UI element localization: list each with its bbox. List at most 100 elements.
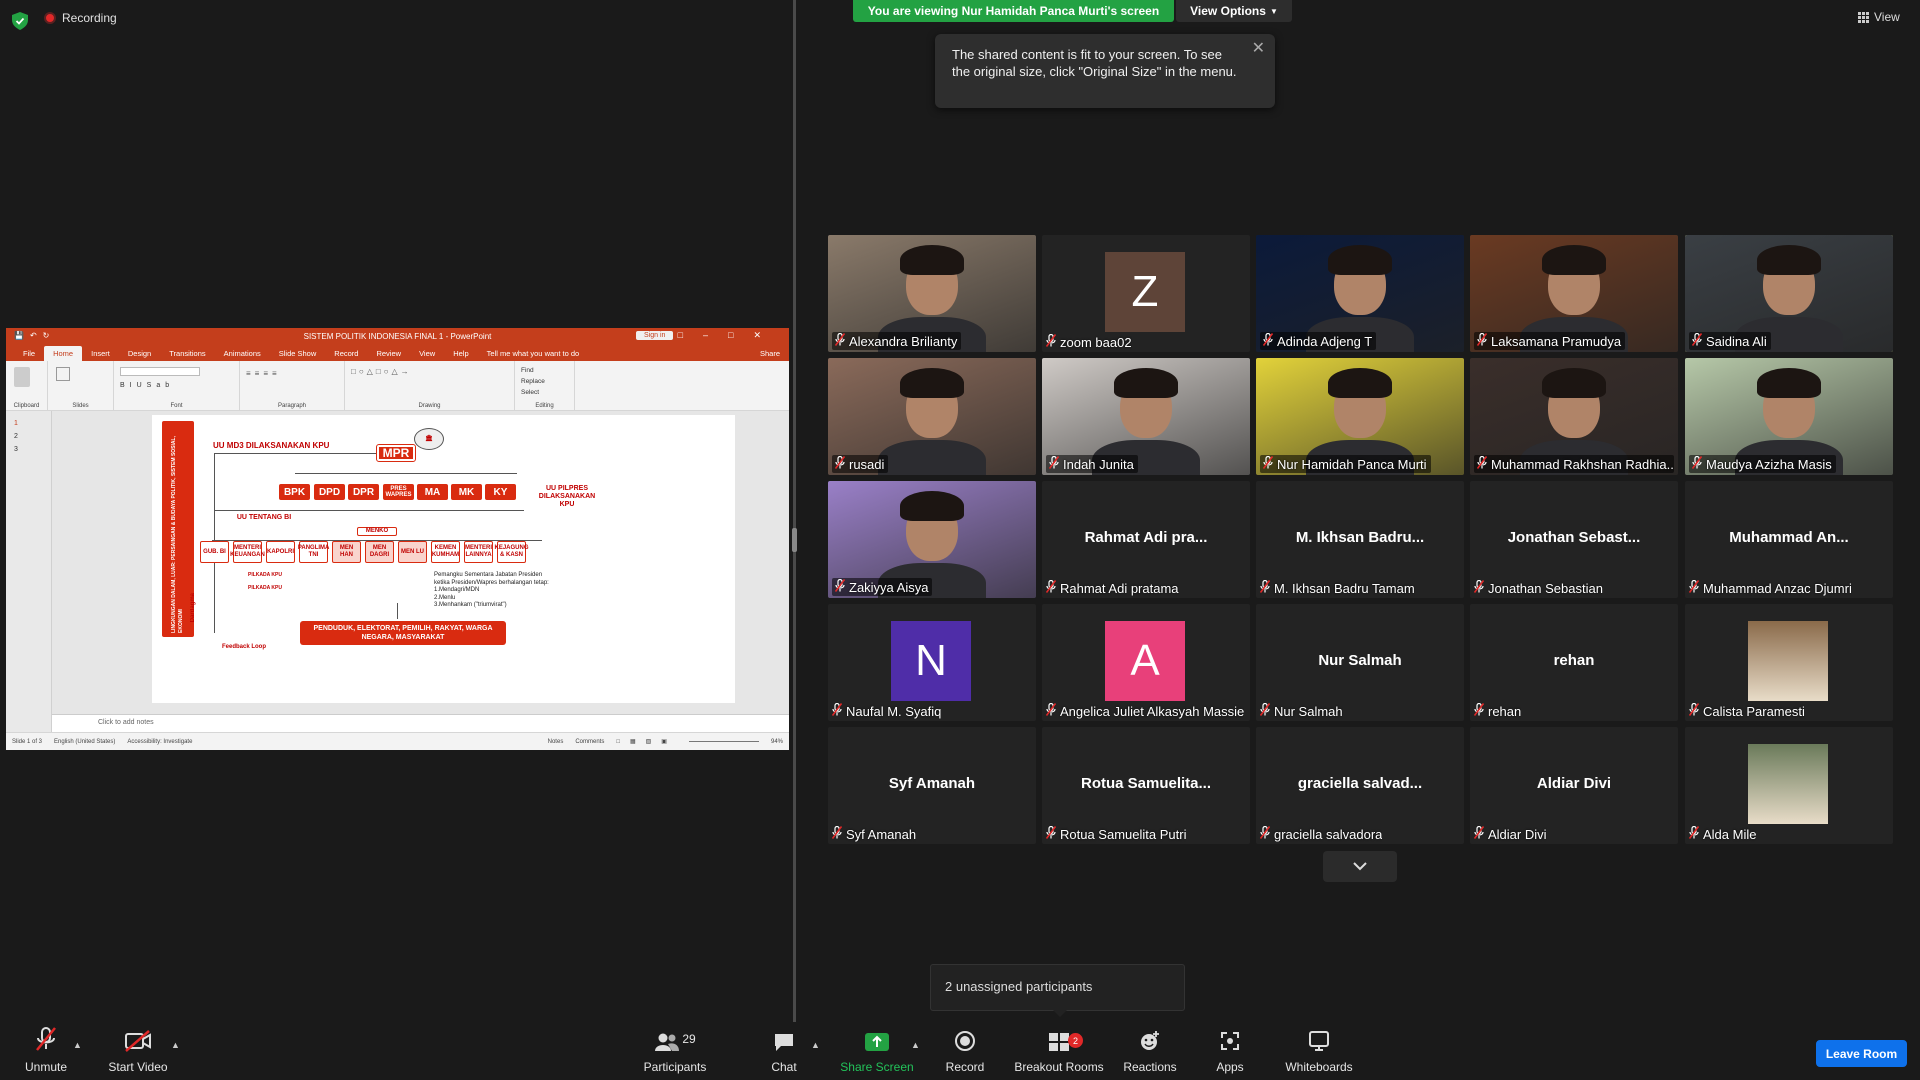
participant-tile[interactable]: rehan rehan: [1470, 604, 1678, 721]
view-buttons-icon[interactable]: □▦▧▣: [616, 738, 677, 745]
participant-tile[interactable]: Muhammad Rakhshan Radhia...: [1470, 358, 1678, 475]
minister-box: MENTERI KEUANGAN: [230, 541, 265, 563]
ppt-tab-insert[interactable]: Insert: [82, 346, 119, 361]
pemangku-item: 1.Mendagri/MDN: [434, 587, 480, 593]
participant-tile[interactable]: Indah Junita: [1042, 358, 1250, 475]
record-button[interactable]: Record: [940, 1022, 990, 1080]
menko-box: MENKO: [357, 527, 397, 536]
participant-tile[interactable]: Calista Paramesti: [1685, 604, 1893, 721]
participant-tile[interactable]: Zakiyya Aisya: [828, 481, 1036, 598]
participant-tile[interactable]: Rotua Samuelita... Rotua Samuelita Putri: [1042, 727, 1250, 844]
clipboard-group[interactable]: Clipboard: [6, 361, 48, 410]
zoom-level[interactable]: 94%: [771, 739, 783, 745]
ppt-tab-slide-show[interactable]: Slide Show: [270, 346, 326, 361]
slide-thumb-1[interactable]: 1: [6, 417, 51, 430]
editing-group[interactable]: Find Replace Select Editing: [515, 361, 575, 410]
participant-name-text: Alexandra Brilianty: [849, 333, 958, 349]
shared-screen[interactable]: 💾↶↻ SISTEM POLITIK INDONESIA FINAL 1 - P…: [6, 328, 789, 750]
participant-tile[interactable]: Syf Amanah Syf Amanah: [828, 727, 1036, 844]
paragraph-icons[interactable]: ≡≡≡≡: [246, 369, 338, 378]
apps-button[interactable]: Apps: [1206, 1022, 1254, 1080]
paragraph-group[interactable]: ≡≡≡≡ Paragraph: [240, 361, 345, 410]
ppt-tab-help[interactable]: Help: [444, 346, 477, 361]
zoom-slider[interactable]: [688, 741, 759, 742]
select-button[interactable]: Select: [521, 387, 568, 398]
participant-tile[interactable]: A Angelica Juliet Alkasyah Massie: [1042, 604, 1250, 721]
notes-pane[interactable]: Click to add notes: [52, 714, 789, 732]
new-slide-icon[interactable]: [56, 367, 70, 381]
unmute-button[interactable]: Unmute: [22, 1022, 70, 1080]
participant-tile[interactable]: Zzoom baa02: [1042, 235, 1250, 352]
ppt-tab-animations[interactable]: Animations: [215, 346, 270, 361]
next-page-button[interactable]: [1323, 851, 1397, 882]
shapes-gallery[interactable]: □○△□○△→: [351, 367, 508, 376]
leave-room-button[interactable]: Leave Room: [1816, 1040, 1907, 1067]
share-options-caret[interactable]: ▲: [911, 1040, 920, 1050]
participant-tile[interactable]: M. Ikhsan Badru... M. Ikhsan Badru Tamam: [1256, 481, 1464, 598]
participant-tile[interactable]: Laksamana Pramudya: [1470, 235, 1678, 352]
slide[interactable]: LINGKUNGAN DALAM, LUAR: PERSAINGAN & BUD…: [152, 415, 735, 703]
notes-toggle[interactable]: Notes: [548, 739, 564, 745]
start-video-button[interactable]: Start Video: [106, 1022, 170, 1080]
ppt-tab-design[interactable]: Design: [119, 346, 160, 361]
security-shield-icon[interactable]: [12, 12, 28, 30]
ppt-tab-tell-me-what-you-want-to-do[interactable]: Tell me what you want to do: [478, 346, 589, 361]
ppt-tab-record[interactable]: Record: [325, 346, 367, 361]
quick-access-icons[interactable]: 💾↶↻: [14, 331, 55, 340]
gallery-view-button[interactable]: View: [1858, 10, 1900, 24]
participant-tile[interactable]: Alda Mile: [1685, 727, 1893, 844]
chat-options-caret[interactable]: ▲: [811, 1040, 820, 1050]
reactions-button[interactable]: Reactions: [1121, 1022, 1179, 1080]
font-group[interactable]: BIUSab Font: [114, 361, 240, 410]
participant-tile[interactable]: Maudya Azizha Masis: [1685, 358, 1893, 475]
replace-button[interactable]: Replace: [521, 376, 568, 387]
participant-tile[interactable]: Jonathan Sebast... Jonathan Sebastian: [1470, 481, 1678, 598]
comments-toggle[interactable]: Comments: [575, 739, 604, 745]
ppt-tab-file[interactable]: File: [14, 346, 44, 361]
divider-handle[interactable]: [792, 528, 797, 552]
whiteboards-button[interactable]: Whiteboards: [1280, 1022, 1358, 1080]
window-controls[interactable]: □–□✕: [678, 330, 781, 341]
accessibility-status[interactable]: Accessibility: Investigate: [127, 739, 192, 745]
paste-icon[interactable]: [14, 367, 30, 387]
font-format-icons[interactable]: BIUSab: [120, 382, 233, 389]
breakout-rooms-button[interactable]: Breakout Rooms: [1012, 1022, 1106, 1080]
audio-options-caret[interactable]: ▲: [73, 1040, 82, 1050]
slide-thumb-2[interactable]: 2: [6, 430, 51, 443]
language-status[interactable]: English (United States): [54, 739, 115, 745]
ppt-tab-review[interactable]: Review: [367, 346, 410, 361]
participant-tile[interactable]: N Naufal M. Syafiq: [828, 604, 1036, 721]
ppt-share-button[interactable]: Share: [751, 346, 789, 361]
chat-button[interactable]: Chat: [760, 1022, 808, 1080]
participants-button[interactable]: 29 Participants: [640, 1022, 710, 1080]
slide-thumb-3[interactable]: 3: [6, 443, 51, 456]
participant-tile[interactable]: Rahmat Adi pra... Rahmat Adi pratama: [1042, 481, 1250, 598]
participant-tile[interactable]: Nur Hamidah Panca Murti: [1256, 358, 1464, 475]
participant-tile[interactable]: Muhammad An... Muhammad Anzac Djumri: [1685, 481, 1893, 598]
recording-indicator[interactable]: Recording: [44, 11, 117, 25]
unassigned-participants-tooltip[interactable]: 2 unassigned participants: [930, 964, 1185, 1017]
sign-in-button[interactable]: Sign in: [636, 331, 674, 340]
share-screen-button[interactable]: Share Screen: [836, 1022, 918, 1080]
video-options-caret[interactable]: ▲: [171, 1040, 180, 1050]
participant-tile[interactable]: graciella salvad... graciella salvadora: [1256, 727, 1464, 844]
ppt-tab-view[interactable]: View: [410, 346, 444, 361]
slide-thumbnails[interactable]: 1 2 3: [6, 411, 52, 732]
ppt-tab-transitions[interactable]: Transitions: [160, 346, 214, 361]
find-button[interactable]: Find: [521, 365, 568, 376]
participant-tile[interactable]: Saidina Ali: [1685, 235, 1893, 352]
ppt-tab-home[interactable]: Home: [44, 346, 83, 361]
participant-tile[interactable]: Alexandra Brilianty: [828, 235, 1036, 352]
close-icon[interactable]: ✕: [1252, 40, 1265, 57]
participant-tile[interactable]: Adinda Adjeng T: [1256, 235, 1464, 352]
font-name-input[interactable]: [120, 367, 200, 376]
feedback-loop-label: Feedback Loop: [222, 644, 267, 650]
drawing-group[interactable]: □○△□○△→ Drawing: [345, 361, 515, 410]
split-divider[interactable]: [793, 0, 796, 1022]
slide-canvas[interactable]: LINGKUNGAN DALAM, LUAR: PERSAINGAN & BUD…: [52, 411, 789, 732]
view-options-button[interactable]: View Options ▼: [1176, 0, 1292, 22]
slides-group[interactable]: Slides: [48, 361, 114, 410]
participant-tile[interactable]: Aldiar Divi Aldiar Divi: [1470, 727, 1678, 844]
participant-tile[interactable]: rusadi: [828, 358, 1036, 475]
participant-tile[interactable]: Nur Salmah Nur Salmah: [1256, 604, 1464, 721]
